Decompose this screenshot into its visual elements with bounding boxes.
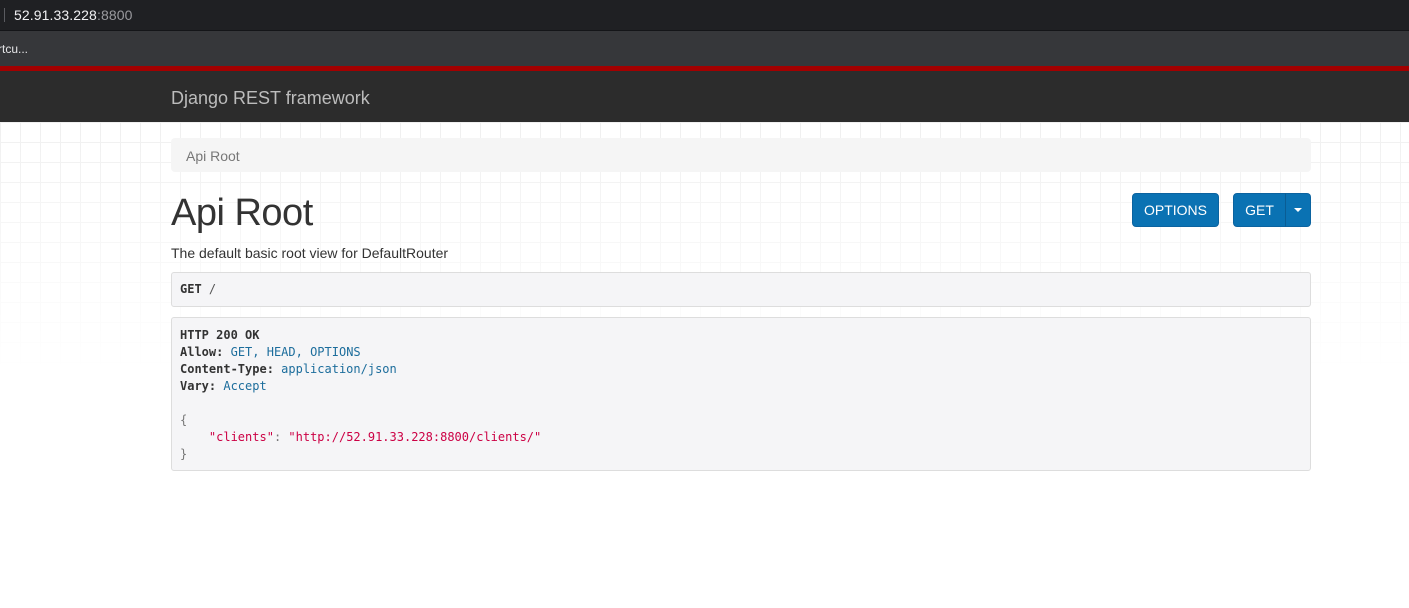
json-open-brace: { <box>180 413 188 427</box>
bookmarks-bar: rtcu... <box>0 31 1409 66</box>
response-header: Vary: Accept <box>180 378 1302 395</box>
request-path: / <box>208 282 217 296</box>
json-close-brace: } <box>180 447 188 461</box>
url-host: 52.91.33.228 <box>14 7 97 23</box>
header-value: application/json <box>281 362 397 376</box>
request-method: GET <box>180 282 202 296</box>
json-line: { <box>180 412 1302 429</box>
header-name: Allow: <box>180 345 224 359</box>
response-status: HTTP 200 OK <box>180 328 260 342</box>
response-info: HTTP 200 OK Allow: GET, HEAD, OPTIONS Co… <box>171 317 1311 471</box>
json-line: "clients": "http://52.91.33.228:8800/cli… <box>180 429 1302 446</box>
caret-down-icon <box>1294 208 1302 212</box>
response-header: Allow: GET, HEAD, OPTIONS <box>180 344 1302 361</box>
clients-link[interactable]: "http://52.91.33.228:8800/clients/" <box>288 430 541 444</box>
browser-address-bar[interactable]: 52.91.33.228:8800 <box>0 0 1409 31</box>
bookmark-item[interactable]: rtcu... <box>0 42 28 56</box>
address-bar-divider <box>4 8 5 22</box>
navbar-brand[interactable]: Django REST framework <box>171 88 370 109</box>
request-info: GET / <box>171 272 1311 307</box>
page-title: Api Root <box>171 192 313 234</box>
breadcrumb: Api Root <box>171 138 1311 172</box>
response-status-line: HTTP 200 OK <box>180 327 1302 344</box>
get-button[interactable]: GET <box>1233 193 1286 227</box>
header-value: GET, HEAD, OPTIONS <box>230 345 361 359</box>
url-port: :8800 <box>96 7 133 23</box>
get-format-dropdown-toggle[interactable] <box>1285 193 1311 227</box>
json-separator: : <box>273 430 289 444</box>
json-key: "clients" <box>208 430 274 444</box>
drf-navbar: Django REST framework <box>0 66 1409 122</box>
json-line: } <box>180 446 1302 463</box>
breadcrumb-item-api-root[interactable]: Api Root <box>186 148 240 164</box>
header-name: Content-Type: <box>180 362 274 376</box>
response-header: Content-Type: application/json <box>180 361 1302 378</box>
header-name: Vary: <box>180 379 217 393</box>
options-button[interactable]: OPTIONS <box>1132 193 1219 227</box>
response-spacer <box>180 395 1302 412</box>
url-text[interactable]: 52.91.33.228:8800 <box>14 7 133 23</box>
view-description: The default basic root view for DefaultR… <box>171 245 449 261</box>
header-value: Accept <box>223 379 267 393</box>
